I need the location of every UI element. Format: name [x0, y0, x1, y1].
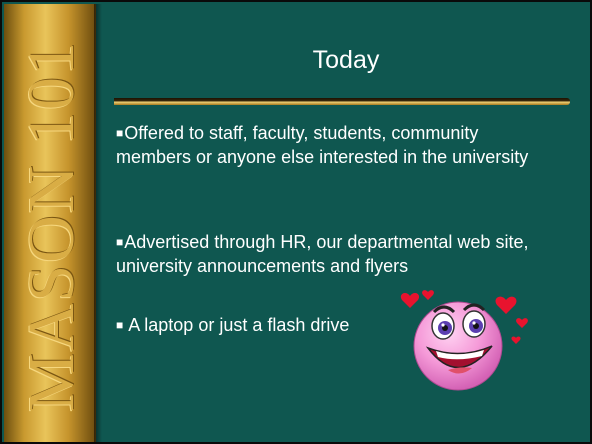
bullet-icon: ■ [116, 318, 124, 332]
sidebar-title: MASON 101 [15, 40, 88, 412]
bullet-icon: ■ [116, 235, 124, 249]
bullet-text: A laptop or just a flash drive [124, 315, 350, 335]
bullet-text: Advertised through HR, our departmental … [116, 232, 529, 276]
bullet-item: ■Advertised through HR, our departmental… [116, 230, 561, 278]
bullet-text: Offered to staff, faculty, students, com… [116, 123, 529, 167]
sidebar-banner: MASON 101 [4, 4, 96, 442]
title-divider [114, 98, 570, 105]
bullet-item: ■Offered to staff, faculty, students, co… [116, 121, 546, 169]
slide-title: Today [312, 46, 380, 74]
bullet-item: ■ A laptop or just a flash drive [116, 313, 406, 337]
slide: MASON 101 Today ■Offered to staff, facul… [0, 0, 592, 444]
bullet-icon: ■ [116, 126, 124, 140]
heart-eyes-smiley-icon [400, 290, 528, 391]
